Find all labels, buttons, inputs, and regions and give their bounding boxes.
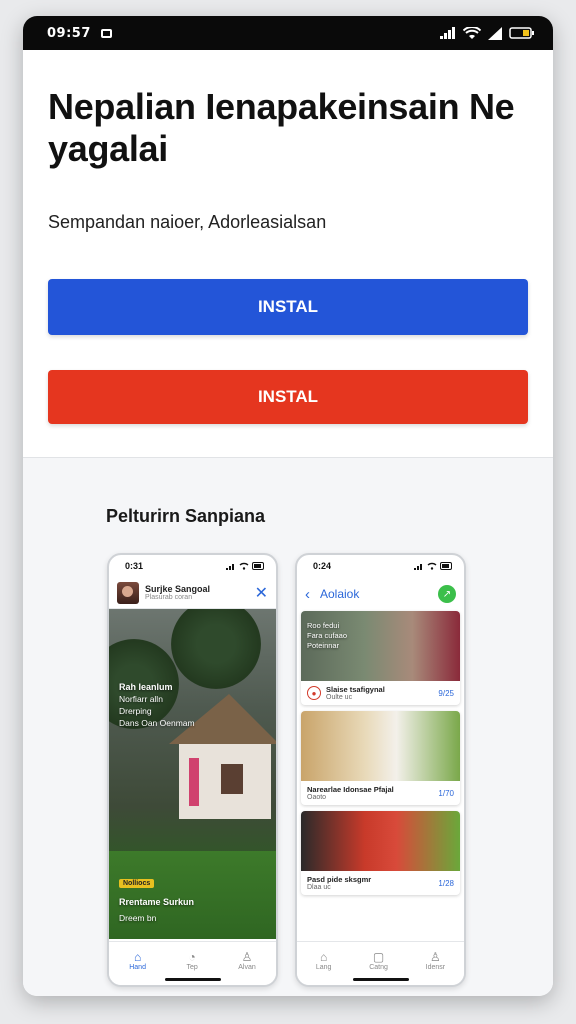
card-sub: Oulte uc xyxy=(326,694,353,701)
catalog-icon: ▢ xyxy=(372,950,385,964)
profile-name: Surjke Sangoal xyxy=(145,584,211,594)
app-title: Nepalian Ienapakeinsain Ne yagalai xyxy=(48,86,515,169)
hero-heading: Rah Ieanlum xyxy=(119,682,173,692)
record-icon: ● xyxy=(307,686,321,700)
tab-label: Alvan xyxy=(238,964,256,971)
avatar xyxy=(117,581,139,604)
house-body xyxy=(179,744,271,819)
card-text: Pasd pide sksgmr Dlaa uc xyxy=(307,875,371,891)
tab-label: Catng xyxy=(369,964,388,971)
cellular-icon xyxy=(488,26,502,40)
user-icon: ♙ xyxy=(241,950,253,964)
card-sub: Oaoto xyxy=(307,794,327,801)
phone1-profile-header: Surjke Sangoal Plasurab coran ✕ xyxy=(109,577,276,609)
app-subtitle: Sempandan naioer, Adorleasialsan xyxy=(48,212,327,232)
home-indicator xyxy=(164,978,221,981)
battery-icon xyxy=(509,27,534,39)
card-info: Pasd pide sksgmr Dlaa uc 1/28 xyxy=(301,871,460,895)
status-time: 09:57 xyxy=(47,25,91,41)
card-value: 1/70 xyxy=(438,788,454,798)
screenshot-phone-2[interactable]: 0:24 ‹ Aolaiok ↗ Roo fedui Fara cufaao P xyxy=(295,553,466,987)
tab-catalog[interactable]: ▢ Catng xyxy=(369,950,388,971)
card-text: Narearlae Idonsae Pfajal Oaoto xyxy=(307,785,394,801)
phone2-status-bar: 0:24 xyxy=(297,555,464,577)
device-frame: 09:57 Nepalian Ienapakeinsain Ne yagalai… xyxy=(23,16,553,996)
screenshots-title: Pelturirn Sanpiana xyxy=(106,506,266,526)
list-item[interactable]: Roo fedui Fara cufaao Poteinnar ● Slaise… xyxy=(301,611,460,705)
hero-footer-title: Rrentame Surkun xyxy=(119,897,195,907)
card-image xyxy=(301,711,460,781)
hero-line-3: Dans Oan Oenmam xyxy=(119,718,195,728)
tab-label: Idensr xyxy=(425,964,446,971)
palm-tree-icon xyxy=(171,609,261,689)
card-text: Slaise tsafigynal Oulte uc xyxy=(326,685,385,701)
tab-explore[interactable]: ◔ Tep xyxy=(186,950,197,971)
profile-sub: Plasurab coran xyxy=(145,594,193,601)
phone1-tab-bar: ⌂ Hand ◔ Tep ♙ Alvan xyxy=(109,941,276,985)
wifi-icon xyxy=(239,562,249,570)
tab-home[interactable]: ⌂ Hand xyxy=(129,950,146,971)
back-chevron-icon[interactable]: ‹ xyxy=(305,586,310,603)
close-icon[interactable]: ✕ xyxy=(255,583,268,603)
home-icon: ⌂ xyxy=(133,950,142,964)
list-item[interactable]: Narearlae Idonsae Pfajal Oaoto 1/70 xyxy=(301,711,460,805)
overlay-line-2: Fara cufaao xyxy=(307,631,348,640)
tab-label: Hand xyxy=(129,964,146,971)
status-bar: 09:57 xyxy=(23,16,553,50)
phone2-header-title: Aolaiok xyxy=(320,587,360,601)
overlay-line-3: Poteinnar xyxy=(307,641,340,650)
install-button-secondary[interactable]: INSTAL xyxy=(48,370,528,424)
card-overlay-text: Roo fedui Fara cufaao Poteinnar xyxy=(307,621,347,651)
battery-icon xyxy=(440,562,452,570)
card-info: Narearlae Idonsae Pfajal Oaoto 1/70 xyxy=(301,781,460,805)
home-indicator xyxy=(352,978,409,981)
trend-icon[interactable]: ↗ xyxy=(438,585,456,603)
phone2-header: ‹ Aolaiok ↗ xyxy=(297,577,464,611)
notification-icon xyxy=(100,28,112,38)
hero-line-1: Norfiarr alln xyxy=(119,694,163,704)
lawn xyxy=(109,851,276,939)
phone2-tab-bar: ⌂ Lang ▢ Catng ♙ Idensr xyxy=(297,941,464,985)
phone1-time: 0:31 xyxy=(125,561,144,571)
phone1-status-bar: 0:31 xyxy=(109,555,276,577)
signal-icon xyxy=(414,564,422,570)
screenshot-phone-1[interactable]: 0:31 Surjke Sangoal Plasurab coran ✕ Rah… xyxy=(107,553,278,987)
home-icon: ⌂ xyxy=(320,950,328,964)
tab-profile[interactable]: ♙ Idensr xyxy=(426,950,445,971)
install-button-primary[interactable]: INSTAL xyxy=(48,279,528,335)
compass-icon: ◔ xyxy=(188,950,196,964)
wifi-icon xyxy=(427,562,437,570)
tab-label: Lang xyxy=(315,964,332,971)
phone1-hero-image: Rah Ieanlum Norfiarr alln Drerping Dans … xyxy=(109,609,276,939)
phone2-status-icons xyxy=(414,562,454,570)
battery-icon xyxy=(252,562,264,570)
status-icons xyxy=(440,26,535,40)
signal-icon xyxy=(440,27,455,39)
overlay-line-1: Roo fedui xyxy=(307,621,340,630)
card-image: Roo fedui Fara cufaao Poteinnar xyxy=(301,611,460,681)
hero-footer-sub: Dreem bn xyxy=(119,913,157,923)
card-info: ● Slaise tsafigynal Oulte uc 9/25 xyxy=(301,681,460,705)
tab-home[interactable]: ⌂ Lang xyxy=(316,950,332,971)
card-image xyxy=(301,811,460,871)
card-name: Slaise tsafigynal xyxy=(326,685,385,694)
signal-icon xyxy=(226,564,234,570)
card-sub: Dlaa uc xyxy=(307,884,331,891)
phone2-time: 0:24 xyxy=(313,561,332,571)
profile-text: Surjke Sangoal Plasurab coran xyxy=(139,584,210,601)
hero-line-2: Drerping xyxy=(119,706,152,716)
user-icon: ♙ xyxy=(429,950,441,964)
hero-tag: Nolliocs xyxy=(119,879,155,888)
list-item[interactable]: Pasd pide sksgmr Dlaa uc 1/28 xyxy=(301,811,460,895)
card-value: 1/28 xyxy=(438,878,454,888)
tab-label: Tep xyxy=(186,964,198,971)
card-name: Pasd pide sksgmr xyxy=(307,875,372,884)
app-header-section: Nepalian Ienapakeinsain Ne yagalai Sempa… xyxy=(23,50,553,458)
tab-profile[interactable]: ♙ Alvan xyxy=(238,950,256,971)
phone1-status-icons xyxy=(226,562,266,570)
screenshots-section: Pelturirn Sanpiana 0:31 Surjke Sangoal P… xyxy=(23,458,553,996)
card-name: Narearlae Idonsae Pfajal xyxy=(307,785,394,794)
card-value: 9/25 xyxy=(438,688,454,698)
wifi-icon xyxy=(463,26,481,39)
